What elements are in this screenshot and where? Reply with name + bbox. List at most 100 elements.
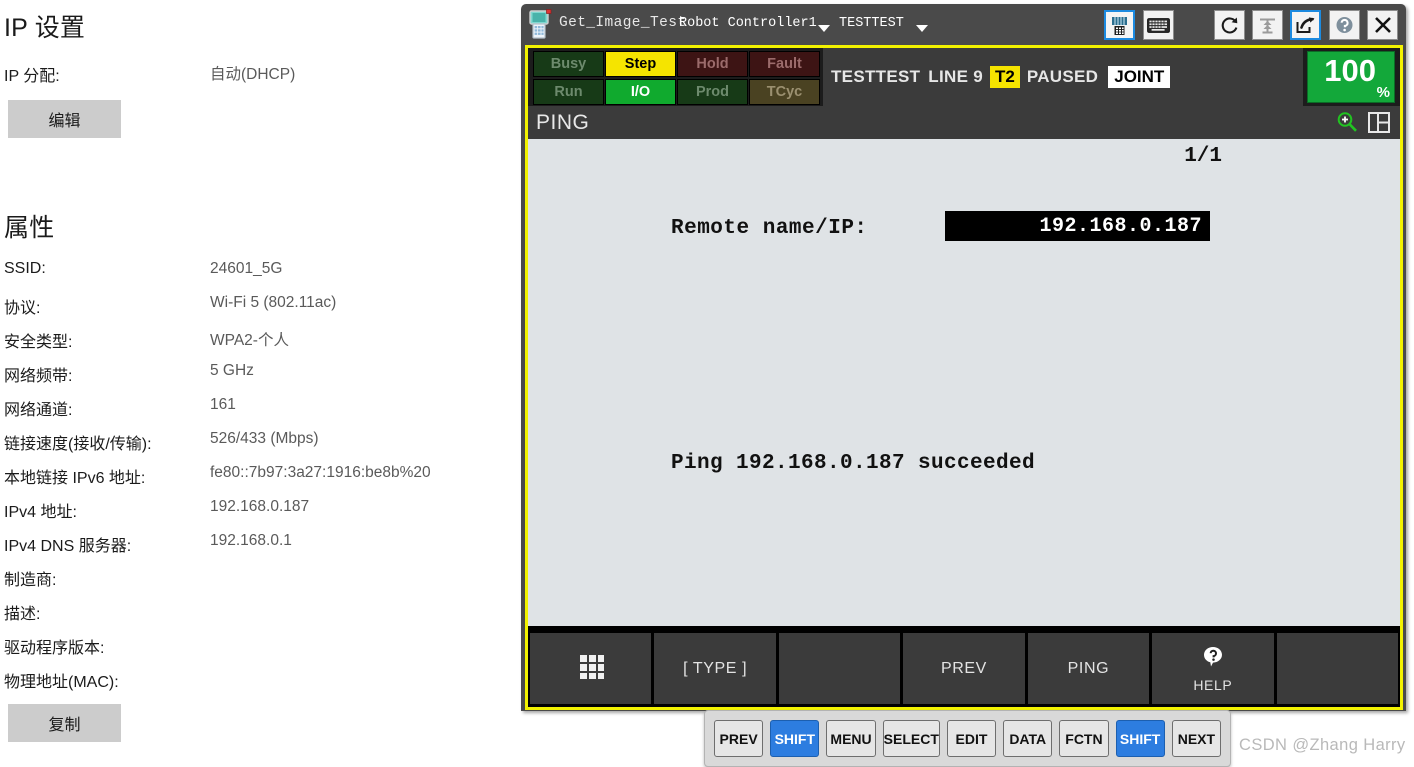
page-header: PING bbox=[528, 106, 1400, 139]
teach-pendant-window: Get_Image_Test Robot Controller1 TESTTES… bbox=[521, 4, 1410, 767]
status-run-state: PAUSED bbox=[1026, 67, 1099, 86]
function-key-6[interactable]: HELP bbox=[1152, 633, 1274, 704]
page-content: 1/1 Remote name/IP: 192.168.0.187 Ping 1… bbox=[528, 139, 1400, 626]
property-label: 制造商: bbox=[4, 572, 57, 589]
property-label: IPv4 地址: bbox=[4, 504, 77, 521]
help-icon[interactable] bbox=[1329, 10, 1360, 40]
keypad-key-shift-1[interactable]: SHIFT bbox=[770, 720, 820, 757]
watermark: CSDN @Zhang Harry bbox=[1239, 736, 1406, 754]
status-light-run: Run bbox=[533, 79, 604, 105]
function-key-7[interactable] bbox=[1276, 633, 1398, 704]
ip-assignment-label: IP 分配: bbox=[4, 68, 60, 85]
speed-value: 100 bbox=[1324, 53, 1376, 88]
properties-title: 属性 bbox=[4, 214, 55, 242]
keypad-key-prev-0[interactable]: PREV bbox=[714, 720, 764, 757]
help-bubble-icon bbox=[1201, 645, 1225, 674]
remote-name-input[interactable]: 192.168.0.187 bbox=[945, 211, 1210, 241]
property-label: SSID: bbox=[4, 260, 46, 277]
keypad-key-data-5[interactable]: DATA bbox=[1003, 720, 1053, 757]
program-selector-label[interactable]: TESTTEST bbox=[839, 16, 904, 31]
status-light-hold: Hold bbox=[677, 51, 748, 77]
property-label: 网络通道: bbox=[4, 402, 73, 419]
function-key-row: [ TYPE ] PREV PING HELP bbox=[528, 630, 1400, 707]
function-key-label: [ TYPE ] bbox=[683, 659, 748, 677]
property-label: 安全类型: bbox=[4, 334, 73, 351]
function-key-label: PREV bbox=[940, 659, 987, 677]
property-row: 链接速度(接收/传输): 526/433 (Mbps) bbox=[4, 430, 504, 464]
function-key-1[interactable] bbox=[530, 633, 652, 704]
pendant-shell: Get_Image_Test Robot Controller1 TESTTES… bbox=[521, 4, 1406, 711]
property-label: 驱动程序版本: bbox=[4, 640, 105, 657]
property-value: 192.168.0.1 bbox=[210, 532, 292, 549]
status-line-number: LINE 9 bbox=[928, 67, 983, 86]
function-key-5[interactable]: PING bbox=[1027, 633, 1150, 704]
keypad-key-edit-4[interactable]: EDIT bbox=[946, 720, 997, 757]
property-row: 网络频带: 5 GHz bbox=[4, 362, 504, 396]
status-light-i-o: I/O bbox=[605, 79, 676, 105]
function-key-4[interactable]: PREV bbox=[903, 633, 1025, 704]
keypad-key-menu-2[interactable]: MENU bbox=[826, 720, 876, 757]
speed-override-badge: 100 % bbox=[1307, 51, 1395, 103]
property-value: Wi-Fi 5 (802.11ac) bbox=[210, 294, 337, 311]
ping-result-text: Ping 192.168.0.187 succeeded bbox=[671, 452, 1036, 475]
status-light-fault: Fault bbox=[749, 51, 820, 77]
status-light-tcyc: TCyc bbox=[749, 79, 820, 105]
status-light-busy: Busy bbox=[533, 51, 604, 77]
robot-icon[interactable] bbox=[1252, 10, 1283, 40]
controller-selector-label[interactable]: Robot Controller1 bbox=[679, 16, 817, 31]
screenshot-root: IP 设置 IP 分配: 自动(DHCP) 编辑 属性 SSID: 24601_5… bbox=[0, 0, 1414, 767]
function-key-3[interactable] bbox=[778, 633, 901, 704]
property-value: 24601_5G bbox=[210, 260, 283, 277]
ip-assignment-value: 自动(DHCP) bbox=[210, 66, 296, 83]
refresh-icon[interactable] bbox=[1214, 10, 1245, 40]
property-value: 526/433 (Mbps) bbox=[210, 430, 319, 447]
property-value: fe80::7b97:3a27:1916:be8b%20 bbox=[210, 464, 431, 481]
property-row: 协议: Wi-Fi 5 (802.11ac) bbox=[4, 294, 504, 328]
app-name-label: Get_Image_Test bbox=[559, 15, 687, 31]
property-row: IPv4 地址: 192.168.0.187 bbox=[4, 498, 504, 532]
property-row: 网络通道: 161 bbox=[4, 396, 504, 430]
property-row: 本地链接 IPv6 地址: fe80::7b97:3a27:1916:be8b%2… bbox=[4, 464, 504, 498]
remote-name-label: Remote name/IP: bbox=[671, 217, 868, 240]
speed-unit: % bbox=[1376, 84, 1390, 101]
status-light-step: Step bbox=[605, 51, 676, 77]
status-line: TESTTEST LINE 9 T2 PAUSED JOINT bbox=[823, 48, 1303, 106]
remote-name-value: 192.168.0.187 bbox=[1039, 214, 1202, 238]
edit-button[interactable]: 编辑 bbox=[8, 100, 121, 138]
property-row: SSID: 24601_5G bbox=[4, 260, 504, 294]
property-value: 161 bbox=[210, 396, 236, 413]
split-view-icon[interactable] bbox=[1368, 112, 1390, 133]
windows-wifi-properties-panel: IP 设置 IP 分配: 自动(DHCP) 编辑 属性 SSID: 24601_5… bbox=[0, 0, 510, 767]
function-key-label: HELP bbox=[1193, 676, 1233, 693]
launch-icon[interactable] bbox=[1290, 10, 1321, 40]
property-row: 描述: bbox=[4, 600, 504, 634]
pendant-view-icon[interactable] bbox=[1104, 10, 1135, 40]
close-icon[interactable] bbox=[1367, 10, 1398, 40]
zoom-in-icon[interactable] bbox=[1336, 111, 1358, 133]
status-coord-badge: JOINT bbox=[1108, 66, 1171, 88]
keypad-key-next-8[interactable]: NEXT bbox=[1171, 720, 1221, 757]
property-value: WPA2-个人 bbox=[210, 332, 289, 349]
keypad-key-select-3[interactable]: SELECT bbox=[882, 720, 940, 757]
keypad-key-shift-7[interactable]: SHIFT bbox=[1115, 720, 1165, 757]
status-indicator-grid: Busy Step Hold Fault Run I/O Prod TCyc TESTTEST… bbox=[528, 48, 1400, 106]
chevron-down-icon[interactable] bbox=[916, 25, 928, 32]
property-label: 描述: bbox=[4, 606, 41, 623]
ip-settings-title: IP 设置 bbox=[4, 14, 86, 42]
property-value: 5 GHz bbox=[210, 362, 254, 379]
function-key-label: PING bbox=[1067, 659, 1110, 677]
property-row: 安全类型: WPA2-个人 bbox=[4, 328, 504, 362]
property-label: 链接速度(接收/传输): bbox=[4, 436, 152, 453]
copy-button[interactable]: 复制 bbox=[8, 704, 121, 742]
property-label: 协议: bbox=[4, 300, 41, 317]
keypad-key-fctn-6[interactable]: FCTN bbox=[1059, 720, 1109, 757]
property-label: 本地链接 IPv6 地址: bbox=[4, 470, 146, 487]
chevron-down-icon[interactable] bbox=[818, 25, 830, 32]
function-key-2[interactable]: [ TYPE ] bbox=[654, 633, 776, 704]
page-indicator: 1/1 bbox=[1184, 145, 1222, 168]
keyboard-icon[interactable] bbox=[1143, 10, 1174, 40]
ip-assignment-row: IP 分配: 自动(DHCP) bbox=[4, 62, 504, 96]
page-title: PING bbox=[536, 111, 590, 134]
property-row: IPv4 DNS 服务器: 192.168.0.1 bbox=[4, 532, 504, 566]
property-label: IPv4 DNS 服务器: bbox=[4, 538, 132, 555]
